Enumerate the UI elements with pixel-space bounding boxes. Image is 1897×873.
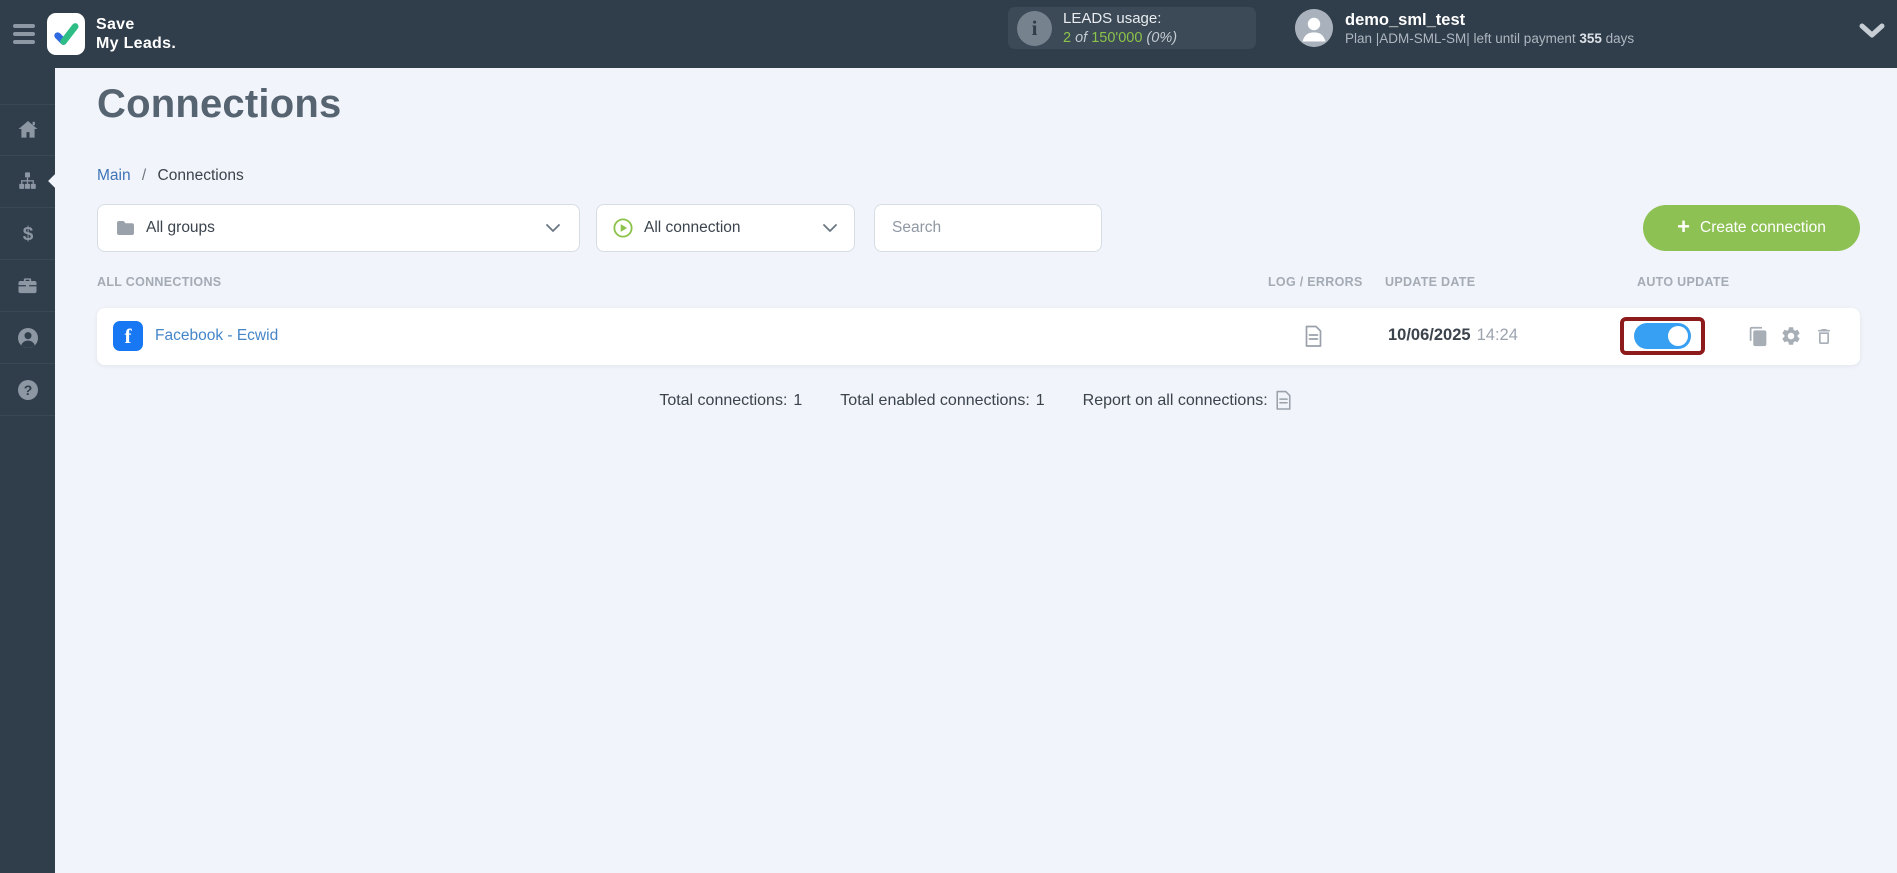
chevron-down-icon bbox=[823, 224, 837, 232]
column-header-log-errors: LOG / ERRORS bbox=[1268, 275, 1363, 289]
report-document-icon[interactable] bbox=[1274, 389, 1293, 412]
update-time: 14:24 bbox=[1476, 326, 1518, 344]
svg-text:?: ? bbox=[23, 382, 32, 398]
checkmark-logo-icon bbox=[54, 23, 79, 45]
breadcrumb-separator: / bbox=[141, 167, 147, 184]
page-title: Connections bbox=[97, 82, 342, 126]
create-connection-button[interactable]: + Create connection bbox=[1643, 205, 1860, 251]
column-header-update-date: UPDATE DATE bbox=[1385, 275, 1476, 289]
log-document-icon[interactable] bbox=[1304, 325, 1323, 353]
toggle-knob bbox=[1668, 326, 1688, 346]
column-header-all-connections: ALL CONNECTIONS bbox=[97, 275, 222, 289]
copy-icon[interactable] bbox=[1747, 325, 1769, 347]
plus-icon: + bbox=[1677, 214, 1691, 239]
question-icon: ? bbox=[17, 379, 38, 400]
days-left-value: 355 bbox=[1579, 30, 1602, 46]
facebook-icon: f bbox=[113, 321, 143, 351]
total-connections: Total connections: 1 bbox=[659, 391, 803, 409]
user-plan-info: Plan |ADM-SML-SM| left until payment 355… bbox=[1345, 30, 1635, 46]
total-enabled-value: 1 bbox=[1035, 391, 1045, 409]
leads-usage-badge[interactable]: i LEADS usage: 2 of 150'000 (0%) bbox=[1008, 7, 1256, 49]
auto-update-toggle[interactable] bbox=[1634, 323, 1691, 349]
breadcrumb-current: Connections bbox=[157, 167, 244, 184]
groups-dropdown-value: All groups bbox=[146, 219, 215, 236]
user-name: demo_sml_test bbox=[1345, 10, 1466, 29]
connection-type-dropdown-value: All connection bbox=[644, 219, 741, 236]
top-bar: Save My Leads. i LEADS usage: 2 of 150'0… bbox=[0, 0, 1897, 68]
brand-line1: Save bbox=[96, 16, 135, 33]
update-date: 10/06/2025 14:24 bbox=[1388, 326, 1518, 344]
leads-usage-label: LEADS usage: bbox=[1063, 9, 1162, 27]
folder-icon bbox=[117, 220, 134, 236]
totals-bar: Total connections: 1 Total enabled conne… bbox=[55, 389, 1897, 412]
sidebar-item-help[interactable]: ? bbox=[0, 364, 55, 416]
sidebar-item-profile[interactable] bbox=[0, 312, 55, 364]
report-all-connections: Report on all connections: bbox=[1083, 389, 1293, 412]
user-avatar-icon bbox=[1295, 9, 1333, 47]
app-root: Save My Leads. i LEADS usage: 2 of 150'0… bbox=[0, 0, 1897, 873]
sitemap-icon bbox=[19, 172, 36, 189]
brand-name: Save My Leads. bbox=[96, 15, 176, 53]
leads-usage-value: 2 of 150'000 (0%) bbox=[1063, 29, 1178, 46]
chevron-down-icon bbox=[546, 224, 560, 232]
sidebar-nav: $ ? bbox=[0, 68, 55, 873]
groups-dropdown[interactable]: All groups bbox=[97, 204, 580, 252]
total-connections-value: 1 bbox=[793, 391, 803, 409]
settings-gear-icon[interactable] bbox=[1780, 325, 1802, 347]
home-icon bbox=[18, 121, 37, 138]
hamburger-menu-icon[interactable] bbox=[13, 24, 37, 44]
sidebar-item-services[interactable] bbox=[0, 260, 55, 312]
account-chevron-down-icon[interactable] bbox=[1858, 22, 1888, 44]
breadcrumb-main-link[interactable]: Main bbox=[97, 167, 131, 184]
play-circle-icon bbox=[613, 218, 633, 238]
search-box bbox=[874, 204, 1102, 252]
briefcase-icon bbox=[18, 278, 37, 294]
sidebar-item-payments[interactable]: $ bbox=[0, 208, 55, 260]
user-circle-icon bbox=[17, 327, 38, 348]
connection-row: f Facebook - Ecwid 10/06/2025 14:24 bbox=[97, 308, 1860, 365]
highlight-box bbox=[1620, 317, 1705, 355]
connection-name-link[interactable]: Facebook - Ecwid bbox=[155, 327, 278, 345]
sidebar-item-connections[interactable] bbox=[0, 156, 55, 208]
savemyleads-logo[interactable] bbox=[47, 13, 85, 55]
breadcrumb: Main / Connections bbox=[97, 167, 244, 185]
sidebar-item-home[interactable] bbox=[0, 104, 55, 156]
user-account-area[interactable]: demo_sml_test Plan |ADM-SML-SM| left unt… bbox=[1295, 9, 1634, 47]
connection-type-dropdown[interactable]: All connection bbox=[596, 204, 855, 252]
brand-line2: My Leads. bbox=[96, 35, 177, 52]
total-enabled-connections: Total enabled connections: 1 bbox=[840, 391, 1045, 409]
trash-icon[interactable] bbox=[1813, 325, 1835, 347]
svg-text:$: $ bbox=[22, 224, 33, 245]
dollar-icon: $ bbox=[22, 224, 33, 245]
search-input[interactable] bbox=[875, 205, 1101, 251]
info-icon: i bbox=[1017, 10, 1052, 46]
column-header-auto-update: AUTO UPDATE bbox=[1637, 275, 1730, 289]
row-actions bbox=[1747, 325, 1835, 347]
